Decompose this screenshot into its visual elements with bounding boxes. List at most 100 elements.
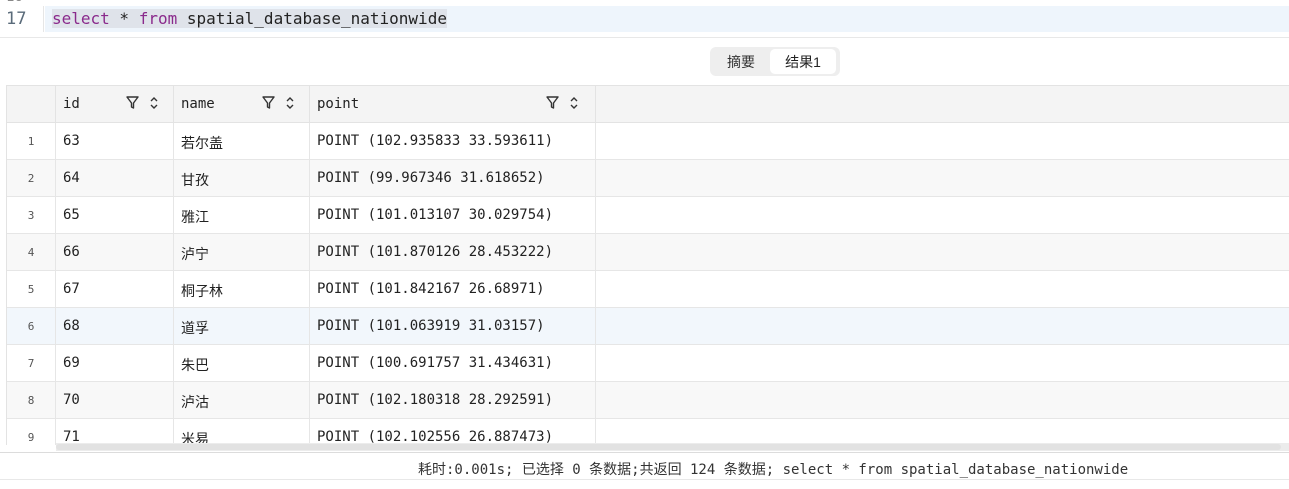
cell-name[interactable]: 甘孜 [174, 160, 310, 197]
rownum-header [7, 86, 56, 123]
cell-id[interactable]: 71 [56, 419, 174, 445]
table-row[interactable]: 3 65 雅江 POINT (101.013107 30.029754) [7, 197, 1289, 234]
cell-id[interactable]: 68 [56, 308, 174, 345]
row-number-text: 7 [27, 357, 35, 370]
table-row[interactable]: 4 66 泸宁 POINT (101.870126 28.453222) [7, 234, 1289, 271]
status-bar: 耗时:0.001s; 已选择 0 条数据;共返回 124 条数据; select… [0, 452, 1289, 480]
tab-summary[interactable]: 摘要 [712, 49, 770, 74]
cell-text: POINT (101.013107 30.029754) [317, 207, 554, 223]
cell-text: POINT (101.063919 31.03157) [317, 318, 545, 334]
cell-name[interactable]: 桐子林 [174, 271, 310, 308]
cell-id[interactable]: 63 [56, 123, 174, 160]
editor-divider [0, 37, 1289, 38]
cell-text: POINT (101.870126 28.453222) [317, 244, 554, 260]
row-number-text: 9 [27, 431, 35, 444]
column-header-point[interactable]: point [310, 86, 596, 123]
table-row[interactable]: 8 70 泸沽 POINT (102.180318 28.292591) [7, 382, 1289, 419]
cell-point[interactable]: POINT (102.102556 26.887473) [310, 419, 596, 445]
cell-id[interactable]: 67 [56, 271, 174, 308]
table-row[interactable]: 9 71 米易 POINT (102.102556 26.887473) [7, 419, 1289, 445]
row-number: 5 [7, 271, 56, 308]
cell-name[interactable]: 道孚 [174, 308, 310, 345]
cell-point[interactable]: POINT (99.967346 31.618652) [310, 160, 596, 197]
table-row[interactable]: 2 64 甘孜 POINT (99.967346 31.618652) [7, 160, 1289, 197]
row-number: 4 [7, 234, 56, 271]
result-grid: id name point 1 63 若尔盖 POINT (102.935833 33… [6, 85, 1289, 445]
cell-id[interactable]: 65 [56, 197, 174, 234]
row-number-text: 6 [27, 320, 35, 333]
cell-point[interactable]: POINT (101.842167 26.68971) [310, 271, 596, 308]
sort-icon[interactable] [149, 95, 159, 111]
cell-name[interactable]: 若尔盖 [174, 123, 310, 160]
column-label: name [181, 96, 215, 112]
cell-text: POINT (101.842167 26.68971) [317, 281, 545, 297]
cell-point[interactable]: POINT (100.691757 31.434631) [310, 345, 596, 382]
table-row[interactable]: 1 63 若尔盖 POINT (102.935833 33.593611) [7, 123, 1289, 160]
cell-text: 雅江 [181, 210, 209, 226]
row-number-text: 4 [27, 246, 35, 259]
cell-text: 道孚 [181, 321, 209, 337]
cell-text: 朱巴 [181, 358, 209, 374]
row-number-text: 3 [27, 209, 35, 222]
row-number: 2 [7, 160, 56, 197]
cell-text: 桐子林 [181, 284, 223, 300]
cell-name[interactable]: 雅江 [174, 197, 310, 234]
sort-icon[interactable] [285, 95, 295, 111]
cell-text: POINT (102.935833 33.593611) [317, 133, 554, 149]
row-number: 6 [7, 308, 56, 345]
cell-text: 泸沽 [181, 395, 209, 411]
table-row[interactable]: 5 67 桐子林 POINT (101.842167 26.68971) [7, 271, 1289, 308]
sql-query-text[interactable]: select * from spatial_database_nationwid… [52, 9, 447, 28]
filter-icon[interactable] [126, 95, 139, 110]
sql-editor[interactable]: 16 17 select * from spatial_database_nat… [0, 0, 1289, 38]
cell-point[interactable]: POINT (101.013107 30.029754) [310, 197, 596, 234]
cell-id[interactable]: 70 [56, 382, 174, 419]
cell-name[interactable]: 泸沽 [174, 382, 310, 419]
cell-point[interactable]: POINT (102.180318 28.292591) [310, 382, 596, 419]
filter-icon[interactable] [546, 95, 559, 110]
cell-text: 65 [63, 207, 80, 223]
cell-point[interactable]: POINT (102.935833 33.593611) [310, 123, 596, 160]
current-code-line[interactable]: select * from spatial_database_nationwid… [45, 6, 1289, 32]
horizontal-scrollbar[interactable] [56, 443, 1289, 451]
cell-text: 66 [63, 244, 80, 260]
sql-text: spatial_database_nationwide [177, 9, 447, 28]
cell-text: 63 [63, 133, 80, 149]
row-number-text: 8 [27, 394, 35, 407]
cell-name[interactable]: 泸宁 [174, 234, 310, 271]
sql-text: * [109, 9, 139, 28]
cell-name[interactable]: 朱巴 [174, 345, 310, 382]
cell-text: POINT (99.967346 31.618652) [317, 170, 545, 186]
row-number-text: 5 [27, 283, 35, 296]
table-row[interactable]: 6 68 道孚 POINT (101.063919 31.03157) [7, 308, 1289, 345]
sql-keyword: from [138, 9, 178, 28]
cell-name[interactable]: 米易 [174, 419, 310, 445]
column-header-id[interactable]: id [56, 86, 174, 123]
sort-icon[interactable] [569, 95, 579, 111]
cell-text: POINT (102.180318 28.292591) [317, 392, 554, 408]
scrollbar-thumb[interactable] [56, 444, 1281, 450]
cell-text: 68 [63, 318, 80, 334]
row-number: 1 [7, 123, 56, 160]
grid-header: id name point [7, 86, 1289, 123]
cell-point[interactable]: POINT (101.870126 28.453222) [310, 234, 596, 271]
tab-result-1[interactable]: 结果1 [770, 49, 836, 74]
column-header-name[interactable]: name [174, 86, 310, 123]
cell-id[interactable]: 66 [56, 234, 174, 271]
cell-id[interactable]: 69 [56, 345, 174, 382]
row-number: 8 [7, 382, 56, 419]
row-number-text: 2 [27, 172, 35, 185]
cell-point[interactable]: POINT (101.063919 31.03157) [310, 308, 596, 345]
column-label: point [317, 96, 360, 112]
table-row[interactable]: 7 69 朱巴 POINT (100.691757 31.434631) [7, 345, 1289, 382]
filter-icon[interactable] [262, 95, 275, 110]
line-gutter: 17 [0, 6, 44, 32]
row-number: 7 [7, 345, 56, 382]
cell-id[interactable]: 64 [56, 160, 174, 197]
cell-text: 若尔盖 [181, 136, 223, 152]
cell-text: 69 [63, 355, 80, 371]
cell-text: 64 [63, 170, 80, 186]
row-number-text: 1 [27, 135, 35, 148]
row-number: 3 [7, 197, 56, 234]
sql-keyword: select [52, 9, 110, 28]
